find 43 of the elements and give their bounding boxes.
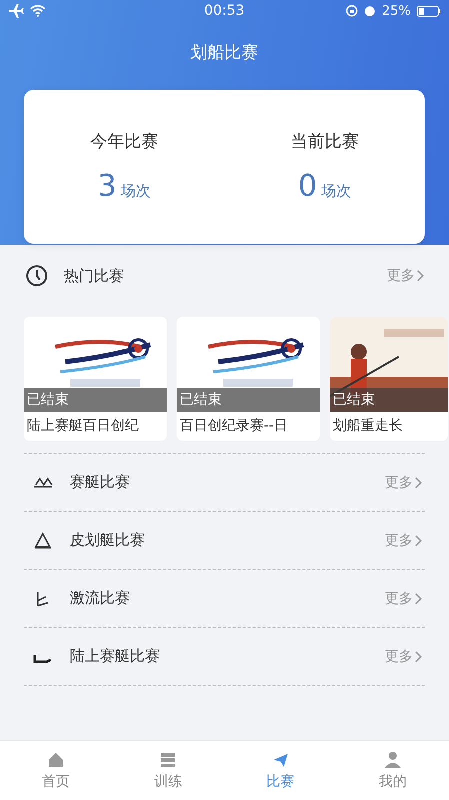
tab[interactable]: 比赛 xyxy=(224,741,337,800)
status-time: 00:53 xyxy=(204,3,245,19)
tab[interactable]: 训练 xyxy=(112,741,224,800)
status-label: 已结束 xyxy=(177,388,320,412)
category-label: 赛艇比赛 xyxy=(70,473,130,492)
race-title: 百日创纪录赛--日 xyxy=(179,417,290,435)
category-label: 激流比赛 xyxy=(70,589,130,608)
person-icon xyxy=(382,750,403,770)
tab[interactable]: 我的 xyxy=(336,741,449,800)
clock-icon xyxy=(26,265,48,287)
race-card[interactable]: 已结束 划船重走长 xyxy=(330,317,448,441)
alarm-icon xyxy=(364,5,376,17)
chevron-icon xyxy=(415,534,423,546)
more-link[interactable]: 更多 xyxy=(385,648,423,666)
section-title: 热门比赛 xyxy=(64,266,124,286)
more-link[interactable]: 更多 xyxy=(385,590,423,608)
category-label: 陆上赛艇比赛 xyxy=(70,647,160,666)
status-label: 已结束 xyxy=(24,388,167,412)
chevron-icon xyxy=(415,650,423,662)
more-link[interactable]: 更多 xyxy=(385,474,423,492)
stat-count: 0 xyxy=(298,169,318,204)
battery-icon xyxy=(416,6,441,16)
chevron-icon xyxy=(415,592,423,604)
page-title: 划船比赛 xyxy=(190,42,260,64)
status-label: 已结束 xyxy=(330,388,448,412)
more-link[interactable]: 更多 xyxy=(385,532,423,550)
wifi-icon xyxy=(30,5,46,17)
airplane-icon xyxy=(8,4,24,18)
stat-unit: 场次 xyxy=(120,182,151,201)
category-label: 皮划艇比赛 xyxy=(70,531,145,550)
more-link[interactable]: 更多 xyxy=(387,267,425,285)
stat-unit: 场次 xyxy=(321,182,352,201)
stat-label: 当前比赛 xyxy=(290,131,359,153)
race-title: 划船重走长 xyxy=(332,417,404,435)
rotation-lock-icon xyxy=(346,5,358,17)
battery-percent: 25% xyxy=(382,4,411,18)
stat-label: 今年比赛 xyxy=(90,131,158,153)
chevron-icon xyxy=(417,270,425,282)
chevron-icon xyxy=(415,476,423,488)
tab[interactable]: 首页 xyxy=(0,741,112,800)
kayak-icon xyxy=(32,530,54,550)
race-title: 陆上赛艇百日创纪 xyxy=(26,417,140,435)
stat-count: 3 xyxy=(98,169,117,204)
